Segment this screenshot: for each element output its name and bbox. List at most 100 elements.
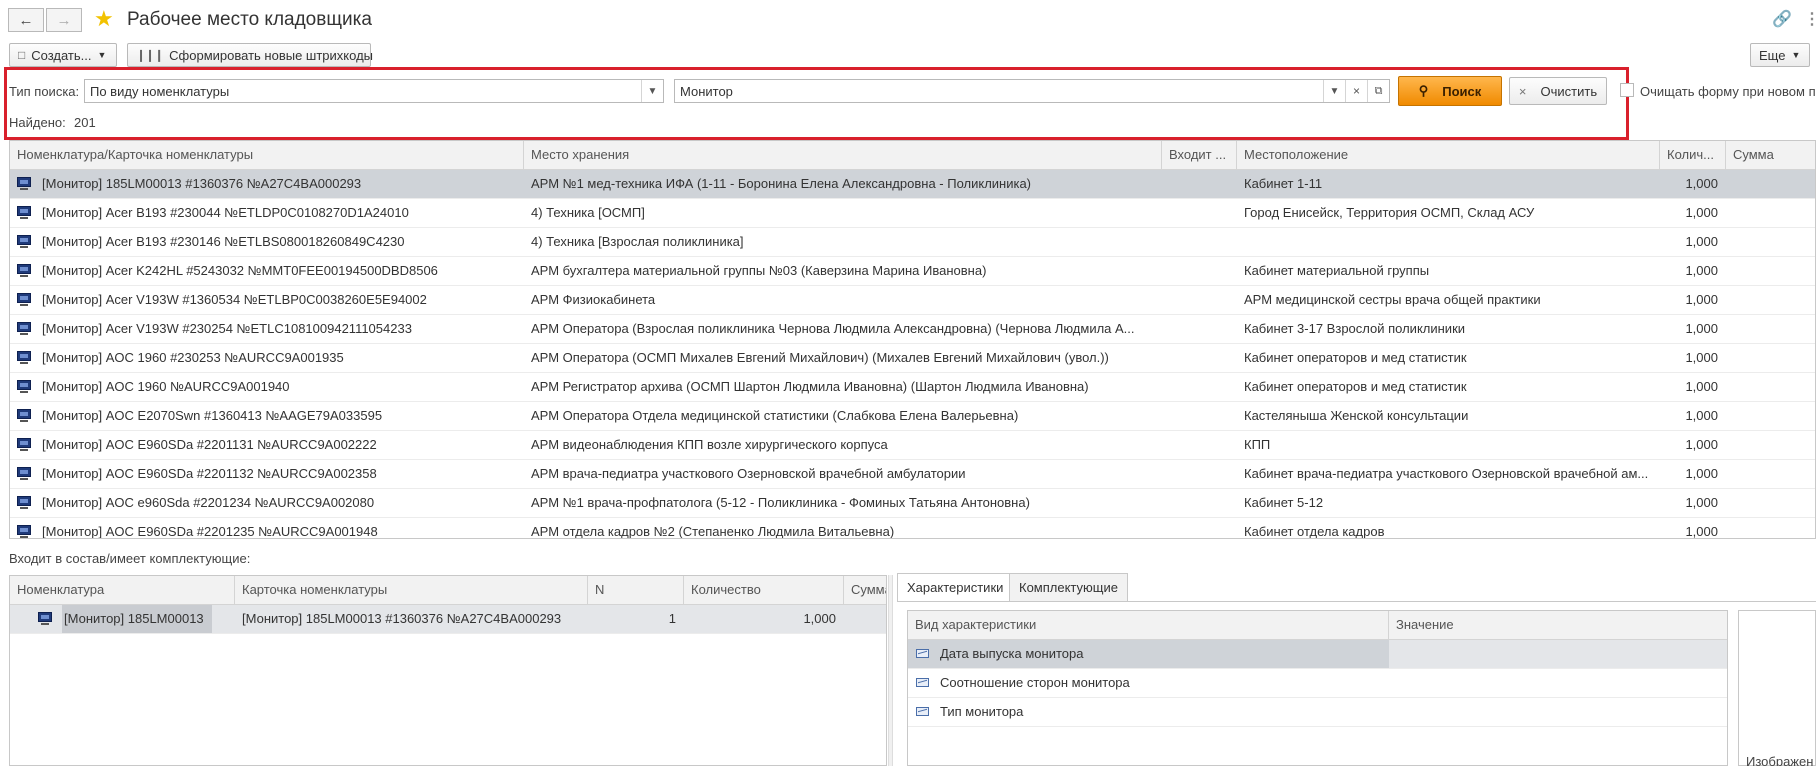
column-header-sum[interactable]: Сумма	[844, 576, 886, 604]
more-vertical-icon[interactable]: ⋮	[1804, 9, 1816, 29]
cell-location: Кабинет 1-11	[1244, 176, 1323, 191]
cell-qty: 1,000	[1685, 234, 1718, 249]
clear-form-checkbox[interactable]	[1620, 83, 1634, 97]
table-row[interactable]: [Монитор] AOC 1960 #230253 №AURCC9A00193…	[10, 344, 1815, 373]
close-icon: ×	[1518, 83, 1527, 99]
column-header-qty[interactable]: Количество	[684, 576, 844, 604]
main-table-header: Номенклатура/Карточка номенклатуры Место…	[10, 141, 1815, 170]
monitor-icon	[16, 525, 32, 538]
generate-barcodes-button[interactable]: ❙❙❙ Сформировать новые штрихкоды	[127, 43, 373, 67]
table-row[interactable]: [Монитор] Acer B193 #230044 №ETLDP0C0108…	[10, 199, 1815, 228]
cell-n: 1	[668, 611, 676, 626]
table-row[interactable]: [Монитор] Acer V193W #1360534 №ETLBP0C00…	[10, 286, 1815, 315]
column-header-value[interactable]: Значение	[1389, 611, 1727, 639]
search-type-value: По виду номенклатуры	[90, 83, 230, 99]
column-header-qty[interactable]: Колич...	[1660, 141, 1726, 169]
cell-storage: АРМ видеонаблюдения КПП возле хирургичес…	[531, 437, 888, 452]
cell-item: [Монитор] AOC 1960 №AURCC9A001940	[42, 379, 290, 394]
table-row[interactable]: [Монитор] Acer B193 #230146 №ETLBS080018…	[10, 228, 1815, 257]
forward-button[interactable]: →	[46, 8, 82, 32]
search-button[interactable]: ⚲ Поиск	[1398, 76, 1502, 106]
table-row[interactable]: Тип монитора	[908, 698, 1727, 727]
back-button[interactable]: ←	[8, 8, 44, 32]
table-row[interactable]: [Монитор] AOC E960SDa #2201131 №AURCC9A0…	[10, 431, 1815, 460]
cell-characteristic: Дата выпуска монитора	[933, 640, 1389, 668]
tab-components[interactable]: Комплектующие	[1009, 573, 1128, 601]
cell-location	[1237, 228, 1660, 256]
cell-qty: 1,000	[1685, 466, 1718, 481]
cell-qty: 1,000	[803, 611, 836, 626]
cell-item: [Монитор] 185LM00013 #1360376 №A27C4BA00…	[42, 176, 362, 191]
main-table[interactable]: Номенклатура/Карточка номенклатуры Место…	[9, 140, 1816, 539]
column-header-sum[interactable]: Сумма	[1726, 141, 1815, 169]
table-row[interactable]: [Монитор] AOC E960SDa #2201235 №AURCC9A0…	[10, 518, 1815, 539]
more-button[interactable]: Еще ▼	[1750, 43, 1810, 67]
cell-qty: 1,000	[1685, 495, 1718, 510]
column-header-included[interactable]: Входит ...	[1162, 141, 1237, 169]
table-row[interactable]: [Монитор] AOC e960Sda #2201234 №AURCC9A0…	[10, 489, 1815, 518]
cell-item: [Монитор] AOC E960SDa #2201131 №AURCC9A0…	[42, 437, 377, 452]
cell-qty: 1,000	[1685, 205, 1718, 220]
create-button-label: Создать...	[31, 47, 92, 63]
dropdown-arrow-icon[interactable]: ▼	[1323, 80, 1345, 102]
table-row[interactable]: [Монитор] AOC E960SDa #2201132 №AURCC9A0…	[10, 460, 1815, 489]
table-row[interactable]: Соотношение сторон монитора	[908, 669, 1727, 698]
table-row[interactable]: [Монитор] AOC 1960 №AURCC9A001940 АРМ Рег…	[10, 373, 1815, 402]
cell-item: [Монитор] Acer B193 #230146 №ETLBS080018…	[42, 234, 405, 249]
create-button[interactable]: □ Создать... ▼	[9, 43, 117, 67]
composition-table[interactable]: Номенклатура Карточка номенклатуры N Кол…	[9, 575, 887, 766]
arrow-left-icon: ←	[18, 11, 34, 29]
column-header-characteristic[interactable]: Вид характеристики	[908, 611, 1389, 639]
cell-storage: АРМ №1 мед-техника ИФА (1-11 - Боронина …	[531, 176, 1032, 191]
favorite-star-icon[interactable]: ★	[94, 8, 114, 30]
cell-qty: 1,000	[1685, 321, 1718, 336]
table-row[interactable]: [Монитор] AOC E2070Swn #1360413 №AAGE79A…	[10, 402, 1815, 431]
splitter[interactable]	[888, 575, 893, 766]
tab-characteristics[interactable]: Характеристики	[897, 573, 1014, 602]
monitor-icon	[16, 235, 32, 249]
search-query-input[interactable]: Монитор ▼ × ⧉	[674, 79, 1390, 103]
cell-storage: 4) Техника [Взрослая поликлиника]	[531, 234, 744, 249]
cell-storage: 4) Техника [ОСМП]	[531, 205, 645, 220]
cell-storage: АРМ Оператора Отдела медицинской статист…	[531, 408, 1019, 423]
column-header-n[interactable]: N	[588, 576, 684, 604]
cell-location: Кабинет 3-17 Взрослой поликлиники	[1244, 321, 1466, 336]
table-row[interactable]: [Монитор] 185LM00013 #1360376 №A27C4BA00…	[10, 170, 1815, 199]
cell-card: [Монитор] 185LM00013 #1360376 №A27C4BA00…	[242, 611, 562, 626]
cell-storage: АРМ Оператора (ОСМП Михалев Евгений Миха…	[531, 350, 1109, 365]
table-row[interactable]: [Монитор] Acer K242HL #5243032 №MMT0FEE0…	[10, 257, 1815, 286]
column-header-card[interactable]: Карточка номенклатуры	[235, 576, 588, 604]
table-row[interactable]: [Монитор] Acer V193W #230254 №ETLC108100…	[10, 315, 1815, 344]
cell-storage: АРМ Оператора (Взрослая поликлиника Черн…	[531, 321, 1135, 336]
cell-item: [Монитор] AOC E960SDa #2201235 №AURCC9A0…	[42, 524, 378, 539]
cell-location: Кабинет 5-12	[1244, 495, 1324, 510]
composition-table-header: Номенклатура Карточка номенклатуры N Кол…	[10, 576, 886, 605]
table-row[interactable]: Дата выпуска монитора	[908, 640, 1727, 669]
cell-location: Кабинет врача-педиатра участкового Озерн…	[1244, 466, 1649, 481]
table-row[interactable]: [Монитор] 185LM00013 [Монитор] 185LM0001…	[10, 605, 886, 634]
column-header-item[interactable]: Номенклатура	[10, 576, 235, 604]
image-panel	[1738, 610, 1816, 766]
characteristics-table[interactable]: Вид характеристики Значение Дата выпуска…	[907, 610, 1728, 766]
clear-field-icon[interactable]: ×	[1345, 80, 1367, 102]
cell-qty: 1,000	[1685, 408, 1718, 423]
cell-item: [Монитор] AOC 1960 #230253 №AURCC9A00193…	[42, 350, 344, 365]
clear-button-label: Очистить	[1540, 83, 1598, 99]
cell-qty: 1,000	[1685, 350, 1718, 365]
column-header-location[interactable]: Местоположение	[1237, 141, 1660, 169]
cell-item: [Монитор] Acer K242HL #5243032 №MMT0FEE0…	[42, 263, 438, 278]
monitor-icon	[16, 380, 32, 394]
search-type-select[interactable]: По виду номенклатуры ▼	[84, 79, 664, 103]
dropdown-arrow-icon[interactable]: ▼	[641, 80, 663, 102]
open-icon[interactable]: ⧉	[1367, 80, 1389, 102]
column-header-item[interactable]: Номенклатура/Карточка номенклатуры	[10, 141, 524, 169]
cell-location: Город Енисейск, Территория ОСМП, Склад А…	[1244, 205, 1535, 220]
clear-button[interactable]: × Очистить	[1509, 77, 1607, 105]
cell-location: КПП	[1244, 437, 1271, 452]
search-panel-highlight	[4, 67, 1629, 140]
cell-value	[1389, 698, 1727, 726]
monitor-icon	[16, 409, 32, 423]
tab-strip-line	[897, 601, 1816, 602]
link-icon[interactable]: 🔗	[1772, 9, 1792, 29]
column-header-storage[interactable]: Место хранения	[524, 141, 1162, 169]
